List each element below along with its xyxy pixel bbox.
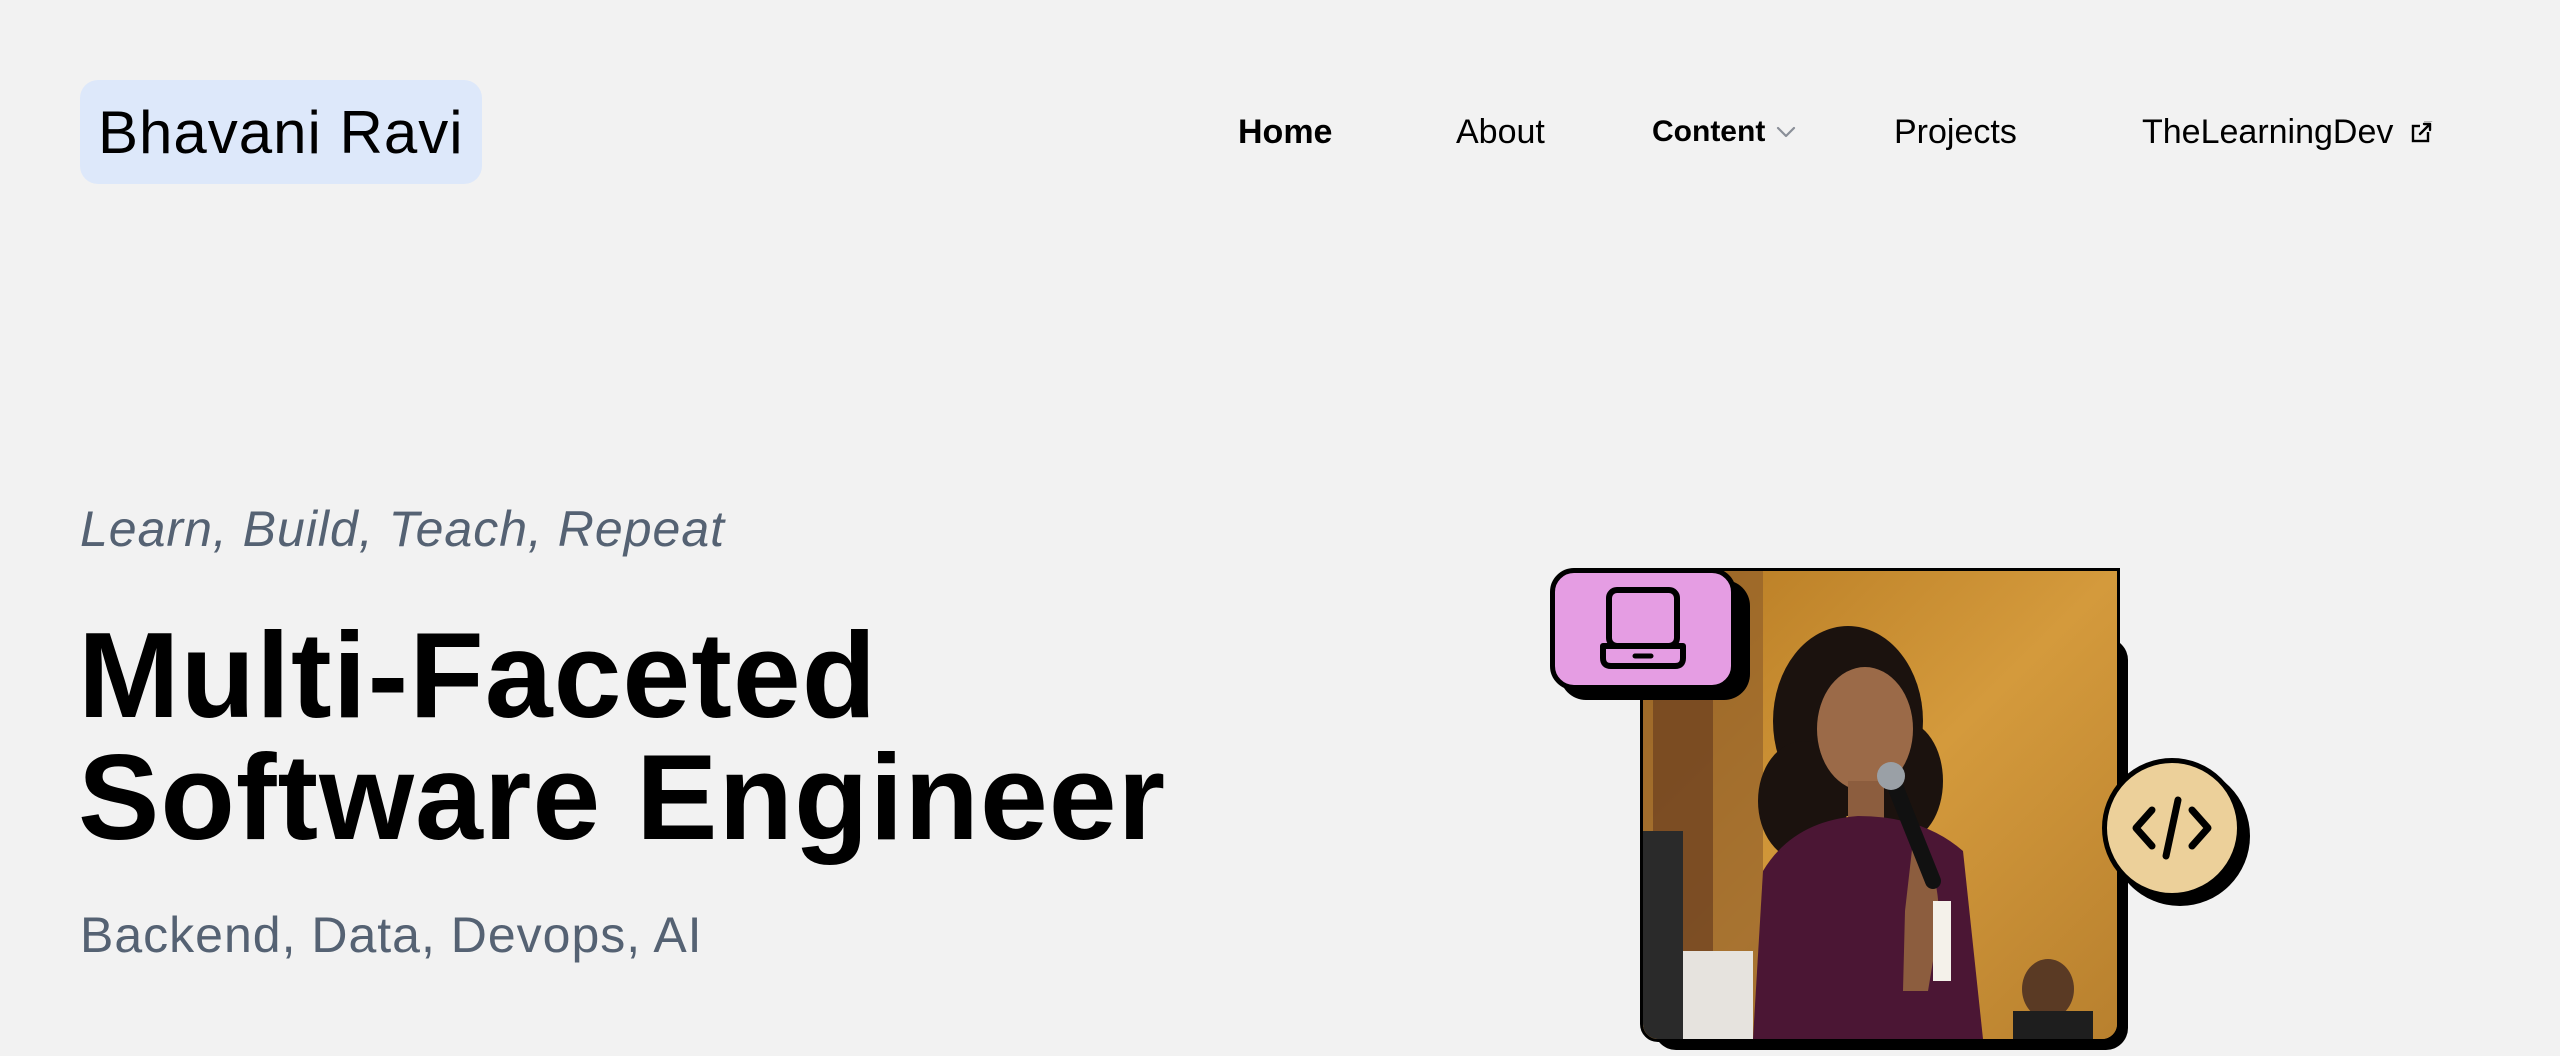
- nav-thelearningdev-label: TheLearningDev: [2142, 112, 2394, 151]
- nav-projects-label: Projects: [1894, 112, 2017, 151]
- hero-headline-line-1: Multi-Faceted: [78, 607, 878, 743]
- hero-headline-line-2: Software Engineer: [78, 729, 1167, 865]
- laptop-icon: [1600, 587, 1686, 669]
- nav-content-dropdown[interactable]: Content: [1652, 108, 1797, 156]
- nav-content-label: Content: [1652, 115, 1766, 148]
- code-icon: [2132, 796, 2212, 860]
- main-nav: Home About Content Projects TheLearningD…: [0, 108, 2560, 156]
- hero-tagline: Learn, Build, Teach, Repeat: [80, 501, 726, 557]
- nav-home-link[interactable]: Home: [1238, 108, 1332, 156]
- chevron-down-icon: [1777, 126, 1796, 138]
- laptop-badge: [1550, 568, 1736, 690]
- code-badge: [2102, 758, 2242, 898]
- hero-subhead: Backend, Data, Devops, AI: [80, 907, 703, 963]
- nav-projects-link[interactable]: Projects: [1894, 108, 2017, 156]
- page: Bhavani Ravi Home About Content Projects…: [0, 0, 2560, 1056]
- nav-thelearningdev-link[interactable]: TheLearningDev: [2142, 108, 2434, 156]
- hero-headline: Multi-Faceted Software Engineer: [78, 614, 1166, 858]
- nav-about-link[interactable]: About: [1456, 108, 1545, 156]
- nav-home-label: Home: [1238, 112, 1333, 151]
- nav-about-label: About: [1456, 112, 1545, 151]
- external-link-icon: [2412, 121, 2434, 143]
